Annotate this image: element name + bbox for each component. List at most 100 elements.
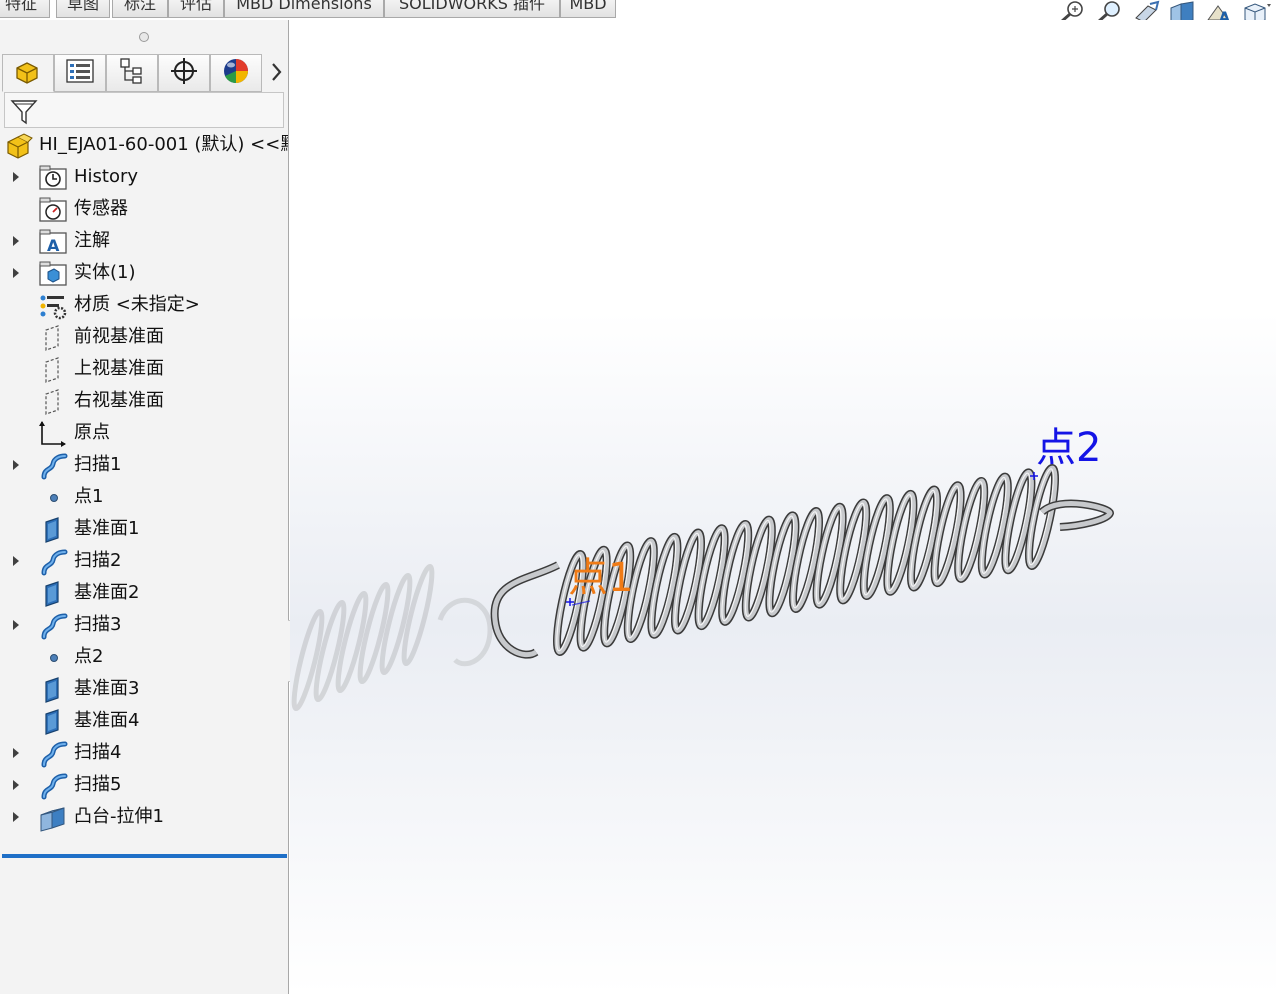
tree-item[interactable]: 扫描2 xyxy=(0,546,288,576)
tree-item[interactable]: 实体(1) xyxy=(0,258,288,288)
tree-item[interactable]: 扫描1 xyxy=(0,450,288,480)
tree-item[interactable]: 基准面3 xyxy=(0,674,288,704)
point2-callout: 点2 xyxy=(1036,425,1102,471)
tree-item-label: History xyxy=(74,166,139,187)
dimxpert-manager-tab[interactable] xyxy=(158,54,210,92)
feature-manager-icon xyxy=(13,57,43,89)
feature-manager-tab[interactable] xyxy=(2,54,54,92)
point1-callout: 点1 xyxy=(568,555,634,601)
tree-item-label: 基准面2 xyxy=(74,582,140,603)
tree-item-label: 原点 xyxy=(74,422,110,443)
plane-icon xyxy=(38,356,68,384)
expand-arrow-icon[interactable] xyxy=(13,172,19,182)
property-manager-tab[interactable] xyxy=(54,54,106,92)
tree-item[interactable]: 点1 xyxy=(0,482,288,512)
command-tab[interactable]: SOLIDWORKS 插件 xyxy=(384,0,560,18)
display-manager-icon xyxy=(221,57,251,89)
tree-item-label: 上视基准面 xyxy=(74,358,164,379)
tree-item-label: 前视基准面 xyxy=(74,326,164,347)
expand-arrow-icon[interactable] xyxy=(13,620,19,630)
part-icon xyxy=(4,132,34,160)
manager-tabs xyxy=(2,54,287,92)
ref-plane-icon xyxy=(38,580,68,608)
command-tab[interactable]: 特征 xyxy=(0,0,50,18)
tree-item[interactable]: 扫描3 xyxy=(0,610,288,640)
tree-item[interactable]: 传感器 xyxy=(0,194,288,224)
tree-item-label: 实体(1) xyxy=(74,262,136,283)
tree-item[interactable]: 基准面2 xyxy=(0,578,288,608)
tree-item-label: 扫描1 xyxy=(74,454,122,475)
tree-item-label: 材质 <未指定> xyxy=(74,294,200,315)
tree-item-label: 基准面3 xyxy=(74,678,140,699)
configuration-manager-tab[interactable] xyxy=(106,54,158,92)
tree-item-label: 基准面4 xyxy=(74,710,140,731)
tree-item[interactable]: 前视基准面 xyxy=(0,322,288,352)
tree-item-label: 凸台-拉伸1 xyxy=(74,806,164,827)
expand-arrow-icon[interactable] xyxy=(13,556,19,566)
tree-item-label: 右视基准面 xyxy=(74,390,164,411)
tree-item-label: 传感器 xyxy=(74,198,128,219)
tree-item-label: 扫描3 xyxy=(74,614,122,635)
display-manager-tab[interactable] xyxy=(210,54,262,92)
tree-item[interactable]: 凸台-拉伸1 xyxy=(0,802,288,832)
expand-arrow-icon[interactable] xyxy=(13,236,19,246)
rollback-bar[interactable] xyxy=(2,854,287,858)
tree-item[interactable]: 原点 xyxy=(0,418,288,448)
command-tab[interactable]: 标注 xyxy=(112,0,168,18)
configuration-manager-icon xyxy=(117,57,147,89)
sweep-icon xyxy=(38,612,68,640)
expand-arrow-icon[interactable] xyxy=(13,268,19,278)
tree-root-part[interactable]: HI_EJA01-60-001 (默认) <<默 xyxy=(0,130,288,160)
tree-item[interactable]: History xyxy=(0,162,288,192)
expand-arrow-icon[interactable] xyxy=(13,460,19,470)
tree-item-label: 点2 xyxy=(74,646,104,667)
command-tab[interactable]: MBD Dimensions xyxy=(224,0,384,18)
spring-model[interactable] xyxy=(290,20,1276,994)
sweep-icon xyxy=(38,740,68,768)
tree-item[interactable]: 点2 xyxy=(0,642,288,672)
tree-item-label: 扫描2 xyxy=(74,550,122,571)
panel-grip-handle[interactable] xyxy=(139,32,149,42)
filter-icon[interactable] xyxy=(9,97,39,131)
more-tabs-chevron-icon[interactable] xyxy=(266,58,286,86)
solid-bodies-folder-icon xyxy=(38,260,68,288)
tree-item-label: 扫描5 xyxy=(74,774,122,795)
command-manager-tabs: 特征 草图 标注 评估 MBD Dimensions SOLIDWORKS 插件 MBD xyxy=(0,0,640,19)
expand-arrow-icon[interactable] xyxy=(13,780,19,790)
sweep-icon xyxy=(38,452,68,480)
expand-arrow-icon[interactable] xyxy=(13,748,19,758)
tree-item-label: 扫描4 xyxy=(74,742,122,763)
command-tab[interactable]: MBD xyxy=(560,0,616,18)
tree-item[interactable]: 右视基准面 xyxy=(0,386,288,416)
history-folder-icon xyxy=(38,164,68,192)
tree-item-label: 点1 xyxy=(74,486,104,507)
sweep-icon xyxy=(38,772,68,800)
plane-icon xyxy=(38,388,68,416)
command-tab[interactable]: 草图 xyxy=(56,0,110,18)
sweep-icon xyxy=(38,548,68,576)
feature-manager-panel: HI_EJA01-60-001 (默认) <<默 History 传感器 A 注解实体(… xyxy=(0,20,289,994)
graphics-area[interactable]: 点1 点2 xyxy=(290,20,1276,994)
tree-item-label: HI_EJA01-60-001 (默认) <<默 xyxy=(39,134,288,155)
tree-item[interactable]: 扫描4 xyxy=(0,738,288,768)
tree-item[interactable]: 扫描5 xyxy=(0,770,288,800)
sensors-folder-icon xyxy=(38,196,68,224)
origin-icon xyxy=(38,420,68,448)
ref-plane-icon xyxy=(38,676,68,704)
tree-item[interactable]: 材质 <未指定> xyxy=(0,290,288,320)
expand-arrow-icon[interactable] xyxy=(13,812,19,822)
tree-item[interactable]: 基准面4 xyxy=(0,706,288,736)
command-tab[interactable]: 评估 xyxy=(168,0,224,18)
plane-icon xyxy=(38,324,68,352)
feature-tree-filter[interactable] xyxy=(4,92,284,128)
feature-tree: HI_EJA01-60-001 (默认) <<默 History 传感器 A 注解实体(… xyxy=(0,130,288,850)
tree-item[interactable]: A 注解 xyxy=(0,226,288,256)
annotations-folder-icon: A xyxy=(38,228,68,256)
tree-item[interactable]: 基准面1 xyxy=(0,514,288,544)
dimxpert-manager-icon xyxy=(169,57,199,89)
point-icon xyxy=(38,484,68,512)
svg-text:A: A xyxy=(47,236,60,255)
ref-plane-icon xyxy=(38,708,68,736)
ref-plane-icon xyxy=(38,516,68,544)
tree-item[interactable]: 上视基准面 xyxy=(0,354,288,384)
